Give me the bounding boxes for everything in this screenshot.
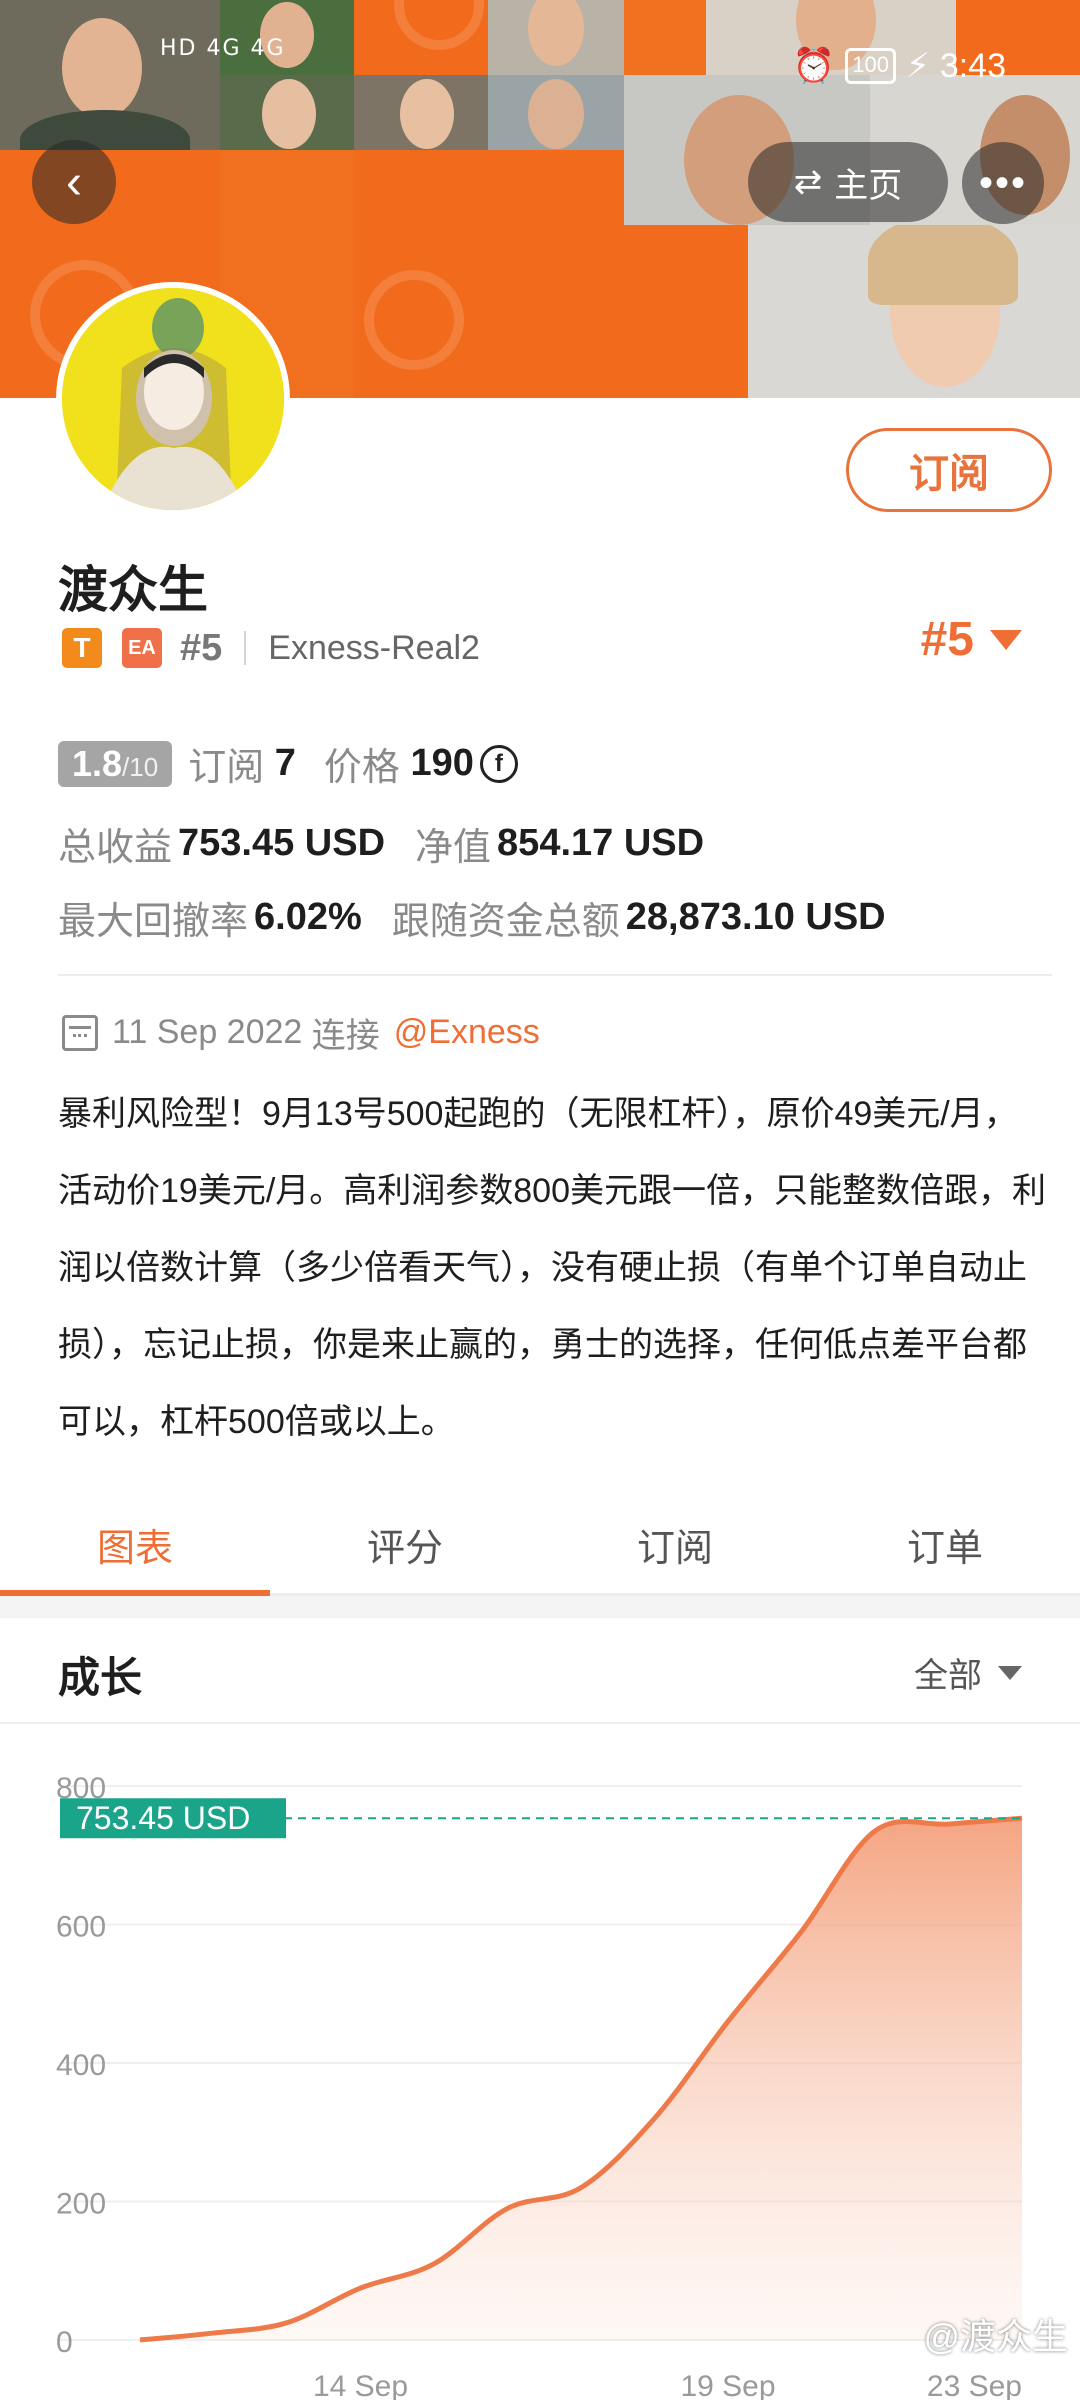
y-tick-label: 400 xyxy=(56,2049,106,2082)
switch-arrows-icon: ⇄ xyxy=(793,163,823,201)
current-value-label: 753.45 USD xyxy=(76,1800,250,1836)
tab-subscriptions[interactable]: 订阅 xyxy=(540,1496,810,1593)
range-selector[interactable]: 全部 xyxy=(914,1648,1022,1697)
score-badge: 1.8/10 xyxy=(58,740,173,787)
back-arrow-icon: ‹ xyxy=(66,155,82,209)
watermark-text: @渡众生 xyxy=(923,2316,1068,2357)
chart-header: 成长 全部 xyxy=(0,1618,1080,1724)
growth-area xyxy=(140,1818,1022,2340)
watermark: @渡众生 xyxy=(923,2308,1068,2360)
x-tick-label: 23 Sep xyxy=(927,2370,1022,2400)
avatar[interactable] xyxy=(56,282,290,516)
profit-value: 753.45 USD xyxy=(178,822,386,864)
rank-label: #5 xyxy=(180,626,223,669)
battery-indicator: 100 xyxy=(845,48,896,84)
section-gap xyxy=(0,1596,1080,1618)
y-tick-label: 200 xyxy=(56,2188,106,2221)
tag-ea-badge: EA xyxy=(122,628,162,668)
connect-row: 11 Sep 2022 连接 @Exness xyxy=(62,1008,540,1057)
connect-label: 连接 xyxy=(311,1017,380,1055)
more-dots-icon: ••• xyxy=(978,160,1027,205)
charging-icon: ⚡ xyxy=(905,47,930,85)
vertical-divider xyxy=(244,631,247,665)
x-tick-label: 14 Sep xyxy=(313,2370,408,2400)
divider xyxy=(58,974,1052,976)
range-label: 全部 xyxy=(914,1657,982,1695)
home-label: 主页 xyxy=(834,166,903,205)
subscribe-button[interactable]: 订阅 xyxy=(846,428,1052,512)
y-tick-label: 0 xyxy=(56,2326,73,2359)
equity-value: 854.17 USD xyxy=(497,822,705,864)
subs-label: 订阅 xyxy=(188,747,265,789)
coin-icon: f xyxy=(479,744,518,783)
dropdown-triangle-icon xyxy=(990,629,1022,650)
chevron-down-icon xyxy=(998,1665,1022,1680)
stats-row-1: 1.8/10 订阅 7 价格 190 f xyxy=(58,736,518,791)
profile-name: 渡众生 xyxy=(58,562,208,618)
chart-title: 成长 xyxy=(58,1654,143,1701)
tab-orders[interactable]: 订单 xyxy=(810,1496,1080,1593)
tag-t-badge: T xyxy=(62,628,102,668)
tab-bar: 图表 评分 订阅 订单 xyxy=(0,1496,1080,1596)
stats-row-2: 总收益 753.45 USD 净值 854.17 USD xyxy=(58,816,704,871)
stats-row-3: 最大回撤率 6.02% 跟随资金总额 28,873.10 USD xyxy=(58,890,886,945)
back-button[interactable]: ‹ xyxy=(32,140,116,224)
server-name: Exness-Real2 xyxy=(268,628,480,667)
tab-chart[interactable]: 图表 xyxy=(0,1496,270,1596)
rank-dropdown[interactable]: #5 xyxy=(921,612,1022,667)
rank-big-label: #5 xyxy=(920,613,974,666)
x-axis-ticks: 14 Sep 19 Sep 23 Sep xyxy=(313,2370,1022,2400)
follow-label: 跟随资金总额 xyxy=(391,901,620,943)
price-label: 价格 xyxy=(323,747,400,789)
tag-row: T EA #5 Exness-Real2 xyxy=(62,622,480,674)
x-tick-label: 19 Sep xyxy=(680,2370,775,2400)
banner-pattern xyxy=(488,150,624,398)
more-button[interactable]: ••• xyxy=(962,142,1044,224)
y-tick-label: 600 xyxy=(56,1911,106,1944)
drawdown-value: 6.02% xyxy=(254,896,362,938)
status-bar: HD 4G 4G ⏰ 100 ⚡ 3:43 xyxy=(0,0,1080,140)
broker-link[interactable]: @Exness xyxy=(394,1013,540,1052)
avatar-image xyxy=(62,288,284,510)
profit-label: 总收益 xyxy=(58,827,173,869)
connect-date: 11 Sep 2022 xyxy=(112,1013,303,1051)
y-axis-ticks: 0200400600800 xyxy=(56,1772,106,2359)
network-indicators: HD 4G 4G xyxy=(160,36,286,61)
alarm-icon: ⏰ xyxy=(792,47,836,85)
strategy-description: 暴利风险型！9月13号500起跑的（无限杠杆），原价49美元/月，活动价19美元… xyxy=(58,1095,1046,1441)
equity-label: 净值 xyxy=(415,827,492,869)
calendar-icon xyxy=(62,1014,98,1051)
follow-value: 28,873.10 USD xyxy=(625,896,886,938)
status-right: ⏰ 100 ⚡ 3:43 xyxy=(793,46,1006,86)
tab-rating[interactable]: 评分 xyxy=(270,1496,540,1593)
drawdown-label: 最大回撤率 xyxy=(58,901,249,943)
home-button[interactable]: ⇄ 主页 xyxy=(748,142,948,222)
banner-photo xyxy=(748,225,1080,398)
price-value: 190 xyxy=(410,742,474,784)
subs-value: 7 xyxy=(274,742,296,784)
growth-chart: 0200400600800 753.45 USD 14 Sep 19 Sep 23 … xyxy=(56,1772,1023,2400)
clock: 3:43 xyxy=(939,46,1006,85)
banner-pattern xyxy=(354,150,488,398)
